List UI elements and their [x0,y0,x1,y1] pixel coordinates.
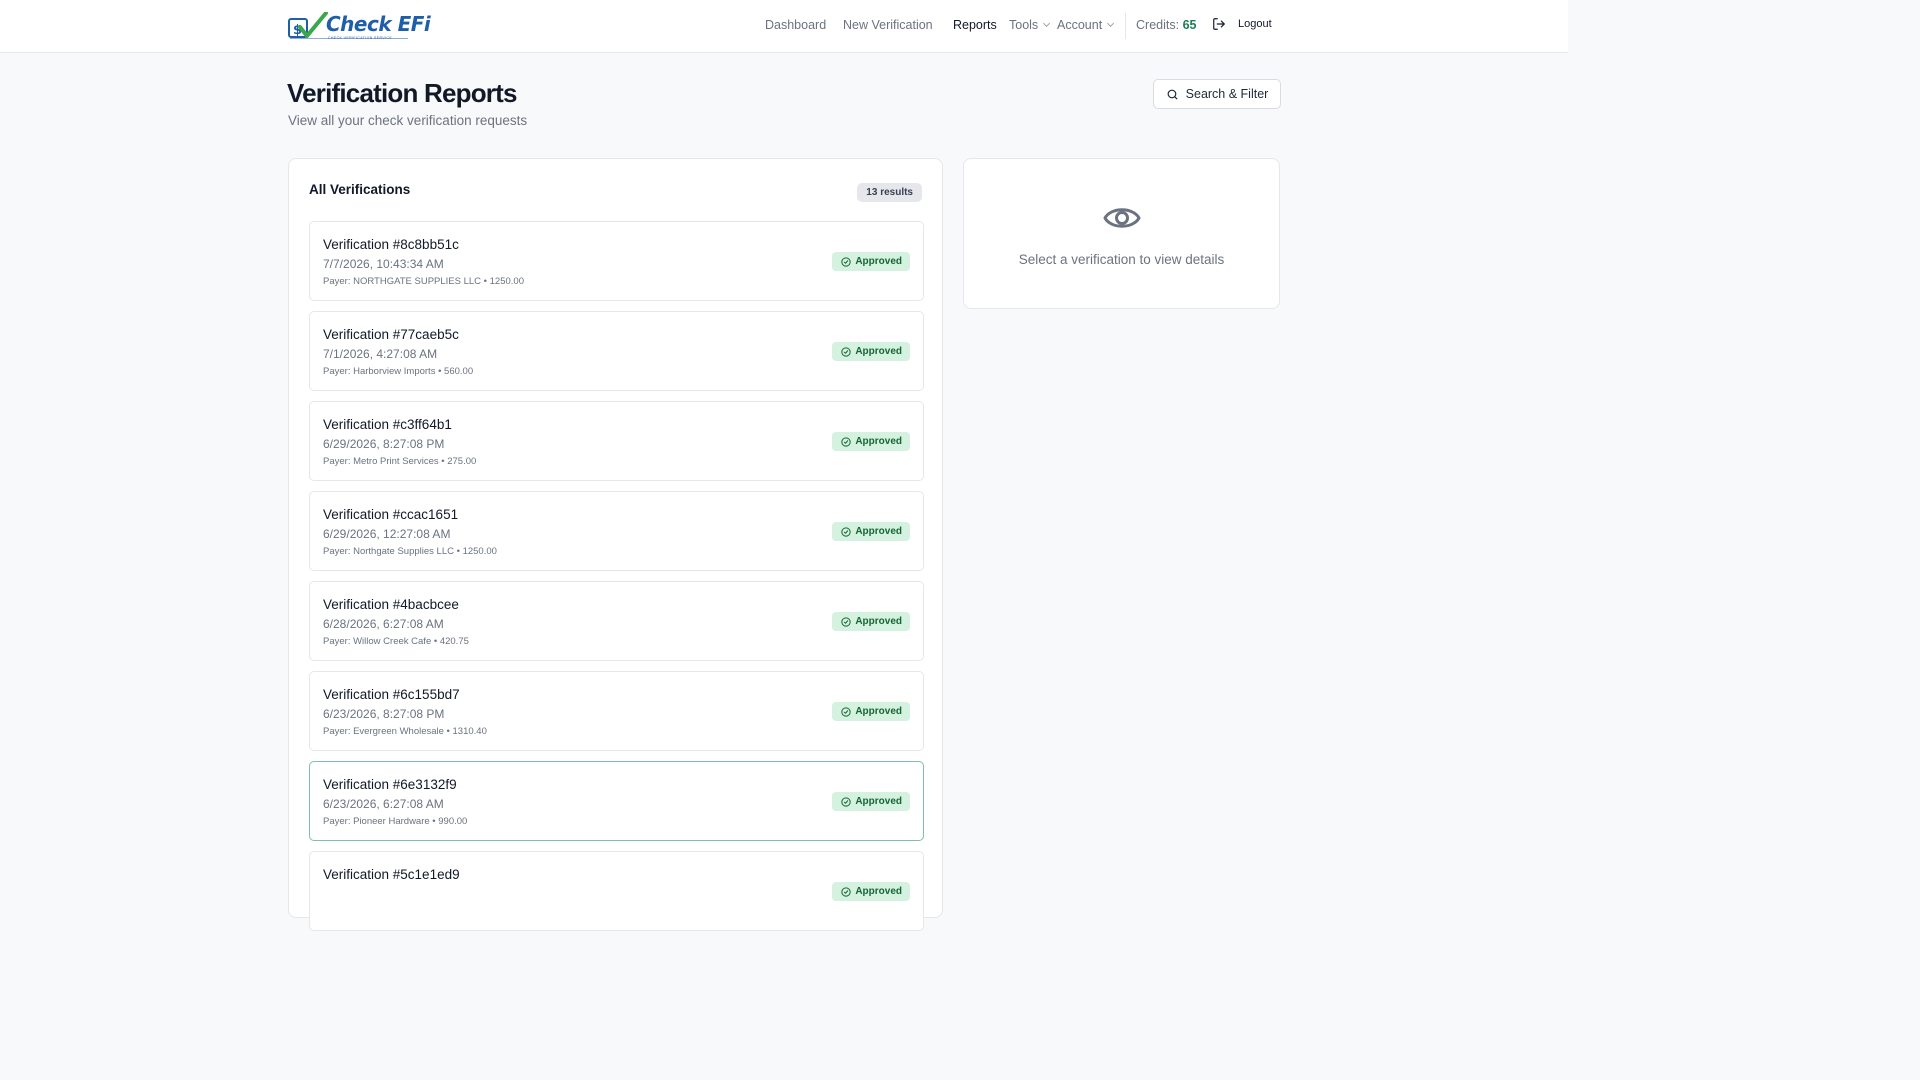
verification-card[interactable]: Verification #ccac1651 6/29/2026, 12:27:… [309,491,924,571]
eye-icon [1103,208,1141,228]
logout-button[interactable]: Logout [1212,17,1272,31]
verification-title: Verification #c3ff64b1 [323,417,452,432]
logo-wordmark: Check EFi [326,12,431,36]
search-filter-label: Search & Filter [1185,87,1269,101]
nav-dashboard[interactable]: Dashboard [765,18,826,32]
verification-card[interactable]: Verification #4bacbcee 6/28/2026, 6:27:0… [309,581,924,661]
check-efi-logo[interactable]: $ Check EFi CHECK VERIFICATION SERVICE [288,10,431,44]
status-label: Approved [855,706,902,717]
check-circle-icon [841,346,851,357]
verification-date: 7/1/2026, 4:27:08 AM [323,347,438,361]
credits-value: 65 [1182,18,1197,32]
verification-payer: Payer: Metro Print Services • 275.00 [323,456,477,467]
verification-card[interactable]: Verification #c3ff64b1 6/29/2026, 8:27:0… [309,401,924,481]
page-title: Verification Reports [287,78,517,108]
verification-date: 6/29/2026, 8:27:08 PM [323,437,445,451]
verification-payer: Payer: Harborview Imports • 560.00 [323,366,474,377]
status-badge: Approved [832,612,910,631]
check-circle-icon [841,886,851,897]
status-badge: Approved [832,432,910,451]
verification-card[interactable]: Verification #77caeb5c 7/1/2026, 4:27:08… [309,311,924,391]
verification-title: Verification #5c1e1ed9 [323,867,460,882]
logo-tagline: CHECK VERIFICATION SERVICE [328,36,393,40]
status-badge: Approved [832,702,910,721]
status-label: Approved [855,526,902,537]
status-badge: Approved [832,882,910,901]
verification-card[interactable]: Verification #5c1e1ed9 Approved [309,851,924,931]
logout-label: Logout [1238,18,1272,30]
nav-tools[interactable]: Tools [1009,18,1051,32]
status-label: Approved [855,616,902,627]
nav-new-verification[interactable]: New Verification [843,18,933,32]
nav-account-label: Account [1057,18,1103,32]
status-label: Approved [855,346,902,357]
verification-detail-panel: Select a verification to view details [963,158,1280,309]
search-filter-button[interactable]: Search & Filter [1153,79,1281,109]
verification-title: Verification #4bacbcee [323,597,459,612]
verification-payer: Payer: Pioneer Hardware • 990.00 [323,816,468,827]
nav-tools-label: Tools [1009,18,1039,32]
credits-label: Credits: [1136,18,1180,32]
verification-payer: Payer: Willow Creek Cafe • 420.75 [323,636,469,647]
status-label: Approved [855,256,902,267]
verification-date: 7/7/2026, 10:43:34 AM [323,257,444,271]
status-label: Approved [855,436,902,447]
check-circle-icon [841,796,851,807]
check-circle-icon [841,256,851,267]
check-circle-icon [841,526,851,537]
check-circle-icon [841,616,851,627]
page-subtitle: View all your check verification request… [288,113,528,128]
verification-title: Verification #8c8bb51c [323,237,459,252]
status-badge: Approved [832,522,910,541]
search-icon [1167,89,1178,99]
verification-title: Verification #6e3132f9 [323,777,457,792]
verification-title: Verification #6c155bd7 [323,687,460,702]
chevron-down-icon [1107,19,1115,28]
check-circle-icon [841,706,851,717]
results-count-badge: 13 results [857,183,922,202]
status-badge: Approved [832,792,910,811]
verifications-panel: All Verifications 13 results Verificatio… [288,158,943,931]
top-header: $ Check EFi CHECK VERIFICATION SERVICE D… [0,0,1568,53]
verification-title: Verification #77caeb5c [323,327,459,342]
check-circle-icon [841,436,851,447]
verification-payer: Payer: NORTHGATE SUPPLIES LLC • 1250.00 [323,276,524,287]
verification-date: 6/23/2026, 8:27:08 PM [323,707,445,721]
verification-date: 6/28/2026, 6:27:08 AM [323,617,444,631]
list-title: All Verifications [309,182,411,197]
nav-reports[interactable]: Reports [953,18,997,32]
verification-payer: Payer: Northgate Supplies LLC • 1250.00 [323,546,497,557]
detail-empty-text: Select a verification to view details [1018,252,1225,267]
credits-display: Credits: 65 [1136,18,1196,32]
verification-card[interactable]: Verification #6c155bd7 6/23/2026, 8:27:0… [309,671,924,751]
status-label: Approved [855,796,902,807]
verification-date: 6/23/2026, 6:27:08 AM [323,797,444,811]
logout-icon [1213,18,1225,30]
verification-card-selected[interactable]: Verification #6e3132f9 6/23/2026, 6:27:0… [309,761,924,841]
status-badge: Approved [832,342,910,361]
chevron-down-icon [1043,19,1051,28]
status-label: Approved [855,886,902,897]
verification-title: Verification #ccac1651 [323,507,459,522]
status-badge: Approved [832,252,910,271]
nav-divider [1125,13,1126,39]
nav-account[interactable]: Account [1057,18,1115,32]
verification-card[interactable]: Verification #8c8bb51c 7/7/2026, 10:43:3… [309,221,924,301]
verification-payer: Payer: Evergreen Wholesale • 1310.40 [323,726,487,737]
verification-date: 6/29/2026, 12:27:08 AM [323,527,451,541]
